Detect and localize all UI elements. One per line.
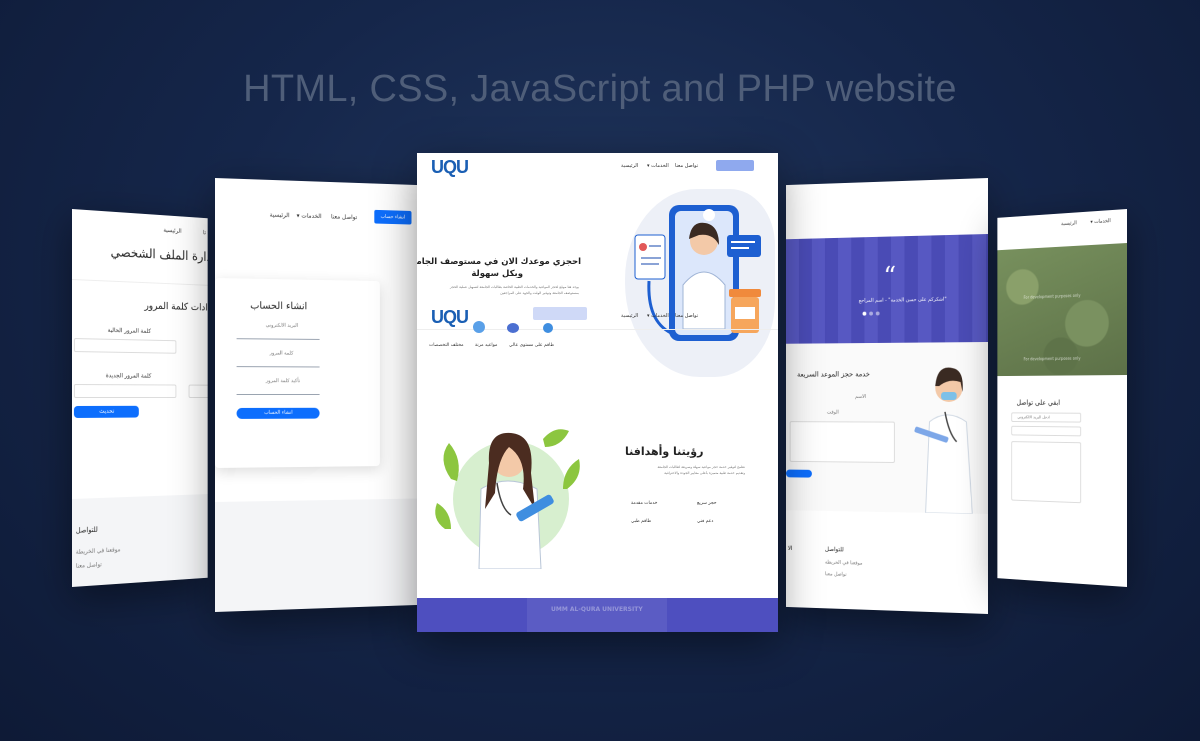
feature-specialties: مختلف التخصصات xyxy=(429,343,464,348)
book-button[interactable] xyxy=(786,470,812,478)
nav-home[interactable]: الرئيسية xyxy=(1061,220,1077,227)
carousel-dot-3[interactable] xyxy=(876,311,880,315)
nav-services-label: الخدمات xyxy=(651,163,669,169)
stethoscope-icon xyxy=(543,323,553,333)
footer xyxy=(215,498,420,612)
nav-login-button[interactable] xyxy=(716,160,754,171)
sticky-nav-contact[interactable]: تواصل معنا xyxy=(675,313,698,319)
new-password-label: كلمة المرور الجديدة xyxy=(106,372,152,379)
nav-services[interactable]: ▾ الخدمات xyxy=(297,212,322,220)
booking-page-card: “ "اشكركم على حسن الخدمة" - اسم المراجع … xyxy=(786,178,988,614)
subject-input[interactable] xyxy=(1011,426,1081,437)
footer-map-link[interactable]: موقعنا في الخريطة xyxy=(76,546,121,555)
password-input[interactable] xyxy=(237,366,320,367)
page-title: إدارة الملف الشخصي xyxy=(111,245,208,265)
vision-text: نطمح لتوفير خدمة حجز مواعيد سهلة وسريعة … xyxy=(619,465,745,469)
booking-title: خدمة حجز الموعد السريعة xyxy=(797,370,870,378)
footer-contact-link[interactable]: تواصل معنا xyxy=(76,561,102,570)
footer xyxy=(997,519,1127,587)
vision-text-line-2: وتقديم خدمة طبية متميزة بأعلى معايير الج… xyxy=(619,471,745,475)
footer-title: للتواصل xyxy=(825,546,844,553)
nav-services[interactable]: ▾ الخدمات xyxy=(647,163,669,169)
sticky-nav-services-label: الخدمات xyxy=(651,313,669,319)
home-page-card: UQU الرئيسية ▾ الخدمات تواصل معنا احجزي … xyxy=(417,153,778,632)
logo[interactable]: UQU xyxy=(431,157,468,178)
message-textarea[interactable] xyxy=(1011,441,1081,503)
sticky-nav-home[interactable]: الرئيسية xyxy=(621,313,638,319)
nav-services-label: الخدمات xyxy=(1094,218,1111,225)
signup-submit-button[interactable]: انشاء الحساب xyxy=(237,408,320,419)
email-placeholder: ادخل البريد الالكتروني xyxy=(1017,414,1049,419)
nav-contact[interactable]: تواصل معنا xyxy=(675,163,698,169)
nav-home[interactable]: الرئيسية xyxy=(621,163,638,169)
clock-icon xyxy=(507,323,519,333)
hero-description: يوجد هنا موقع لحجز المواعيد والخدمات الط… xyxy=(427,285,579,289)
nav-contact[interactable]: تواصل معنا xyxy=(331,213,357,221)
footer-title-2: الا xyxy=(788,545,793,552)
doctor-illustration xyxy=(431,419,585,569)
divider xyxy=(417,329,778,330)
time-label: الوقت xyxy=(827,410,839,416)
banner-building xyxy=(527,598,667,632)
signup-page-card: الرئيسية ▾ الخدمات تواصل معنا انشاء حساب… xyxy=(215,178,420,612)
footer-title: للتواصل xyxy=(76,526,98,535)
current-password-label: كلمة المرور الحالية xyxy=(108,327,151,335)
university-banner: UMM AL-QURA UNIVERSITY xyxy=(417,598,778,632)
footer: للتواصل موقعنا في الخريطة تواصل معنا xyxy=(72,494,208,587)
testimonial-banner: “ "اشكركم على حسن الخدمة" - اسم المراجع xyxy=(786,234,988,344)
page-headline: HTML, CSS, JavaScript and PHP website xyxy=(0,68,1200,111)
carousel-dot-1[interactable] xyxy=(863,312,867,316)
doctor-phone-illustration xyxy=(629,205,769,345)
nav-tab[interactable]: تا xyxy=(203,229,206,236)
goal-services: خدمات مقدمة xyxy=(631,501,657,506)
feature-staff: طاقم على مستوى عالي xyxy=(509,343,554,348)
notes-textarea[interactable] xyxy=(790,421,895,463)
quote-icon: “ xyxy=(883,262,896,292)
section-title: ادات كلمة المرور xyxy=(144,301,207,314)
nav-home[interactable]: الرئيسية xyxy=(163,227,181,235)
new-password-input[interactable] xyxy=(74,384,176,398)
hero-title-line-2: وبكل سهولة xyxy=(433,269,523,279)
email-label: البريد الالكتروني xyxy=(266,323,298,329)
sticky-logo[interactable]: UQU xyxy=(431,307,468,328)
form-title: انشاء الحساب xyxy=(250,301,307,313)
hero-description-line-2: بمستوصف الجامعة وتوفير الوقت والجهد على … xyxy=(427,291,579,295)
vision-title: رؤيتنا وأهدافنا xyxy=(625,445,703,458)
feature-flexible: مواعيد مرنة xyxy=(475,343,497,348)
hero-title: احجزي موعدك الان في مستوصف الجامعة xyxy=(433,257,581,267)
confirm-label: تأكيد كلمة المرور xyxy=(266,378,300,384)
contact-title: ابقي على تواصل xyxy=(1017,399,1060,407)
email-input[interactable]: ادخل البريد الالكتروني xyxy=(1011,412,1081,422)
name-label: الاسم xyxy=(855,394,866,400)
update-button[interactable]: تحديث xyxy=(74,406,139,418)
map-dev-notice-2: For development purposes only xyxy=(1024,356,1081,362)
banner-text: UMM AL-QURA UNIVERSITY xyxy=(551,606,643,613)
current-password-input[interactable] xyxy=(74,338,176,354)
nav-home[interactable]: الرئيسية xyxy=(270,212,290,220)
password-panel: ادات كلمة المرور كلمة المرور الحالية كلم… xyxy=(72,279,208,440)
password-label: كلمة المرور xyxy=(270,350,294,356)
signup-form-panel: انشاء الحساب البريد الالكتروني كلمة المر… xyxy=(215,278,380,468)
email-input[interactable] xyxy=(237,338,320,340)
nav-signup-button[interactable]: انشاء حساب xyxy=(374,210,411,225)
confirm-password-input[interactable] xyxy=(189,385,208,398)
goal-medical-staff: طاقم طبي xyxy=(631,519,651,524)
carousel-dot-2[interactable] xyxy=(869,312,873,316)
nav-services[interactable]: ▾ الخدمات xyxy=(1090,218,1110,225)
goal-support: دعم فني xyxy=(697,519,713,524)
sticky-nav-services[interactable]: ▾ الخدمات xyxy=(647,313,669,319)
profile-page-card: الرئيسية تا إدارة الملف الشخصي ادات كلمة… xyxy=(72,209,208,587)
contact-page-card: الرئيسية ▾ الخدمات For development purpo… xyxy=(997,209,1127,587)
footer-map-link[interactable]: موقعنا في الخريطة xyxy=(825,560,863,567)
footer: للتواصل الا موقعنا في الخريطة تواصل معنا xyxy=(786,510,988,614)
nurse-illustration xyxy=(906,342,988,514)
doctor-icon xyxy=(473,321,485,333)
confirm-input[interactable] xyxy=(237,394,320,395)
hero-cta-button[interactable] xyxy=(533,307,587,320)
goal-fast-booking: حجز سريع xyxy=(697,501,717,506)
map-embed[interactable]: For development purposes only For develo… xyxy=(997,243,1127,376)
nav-services-label: الخدمات xyxy=(301,213,321,220)
footer-contact-link[interactable]: تواصل معنا xyxy=(825,571,847,577)
